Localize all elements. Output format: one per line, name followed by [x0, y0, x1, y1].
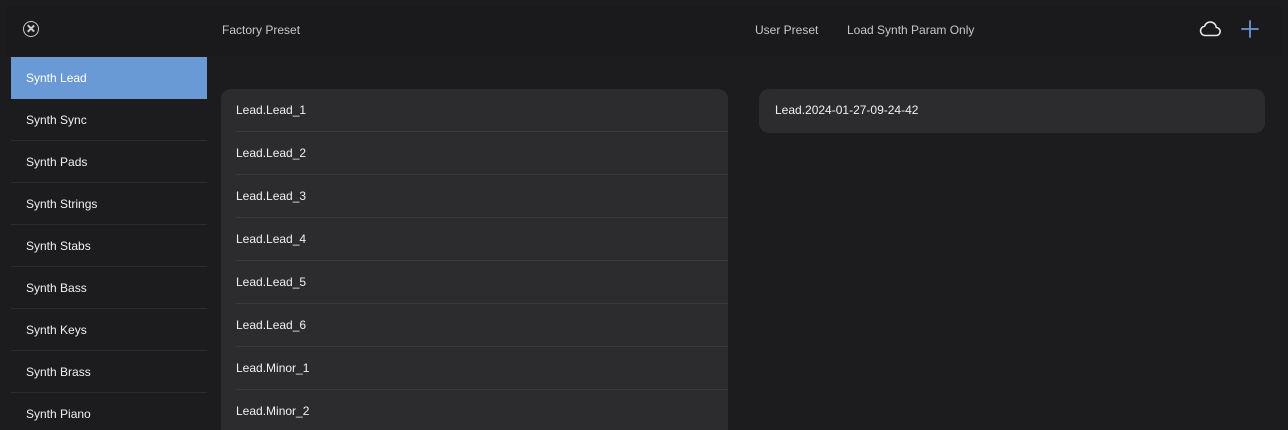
- category-item[interactable]: Synth Strings: [11, 183, 207, 225]
- user-preset-label[interactable]: User Preset: [755, 23, 818, 37]
- user-preset-list: Lead.2024-01-27-09-24-42: [759, 89, 1265, 133]
- category-item[interactable]: Synth Lead: [11, 57, 207, 99]
- close-circle-icon[interactable]: [23, 21, 39, 37]
- category-item[interactable]: Synth Pads: [11, 141, 207, 183]
- user-preset-item[interactable]: Lead.2024-01-27-09-24-42: [775, 89, 1265, 132]
- factory-preset-item[interactable]: Lead.Minor_1: [236, 347, 728, 390]
- category-item[interactable]: Synth Sync: [11, 99, 207, 141]
- category-item[interactable]: Synth Stabs: [11, 225, 207, 267]
- factory-preset-item[interactable]: Lead.Lead_4: [236, 218, 728, 261]
- category-item[interactable]: Synth Keys: [11, 309, 207, 351]
- factory-preset-label[interactable]: Factory Preset: [222, 23, 300, 37]
- factory-preset-list: Lead.Lead_1 Lead.Lead_2 Lead.Lead_3 Lead.Le…: [221, 89, 728, 430]
- factory-preset-item[interactable]: Lead.Lead_5: [236, 261, 728, 304]
- factory-preset-item[interactable]: Lead.Lead_1: [236, 89, 728, 132]
- category-item[interactable]: Synth Piano: [11, 393, 207, 430]
- cloud-icon[interactable]: [1198, 20, 1222, 38]
- factory-preset-item[interactable]: Lead.Minor_2: [236, 390, 728, 430]
- category-sidebar: Synth Lead Synth Sync Synth Pads Synth Stri…: [11, 57, 207, 430]
- header-bar: [6, 6, 1282, 56]
- plus-icon[interactable]: [1240, 18, 1260, 40]
- category-item[interactable]: Synth Brass: [11, 351, 207, 393]
- factory-preset-item[interactable]: Lead.Lead_3: [236, 175, 728, 218]
- load-synth-param-only-toggle[interactable]: Load Synth Param Only: [847, 23, 974, 37]
- factory-preset-item[interactable]: Lead.Lead_2: [236, 132, 728, 175]
- factory-preset-item[interactable]: Lead.Lead_6: [236, 304, 728, 347]
- category-item[interactable]: Synth Bass: [11, 267, 207, 309]
